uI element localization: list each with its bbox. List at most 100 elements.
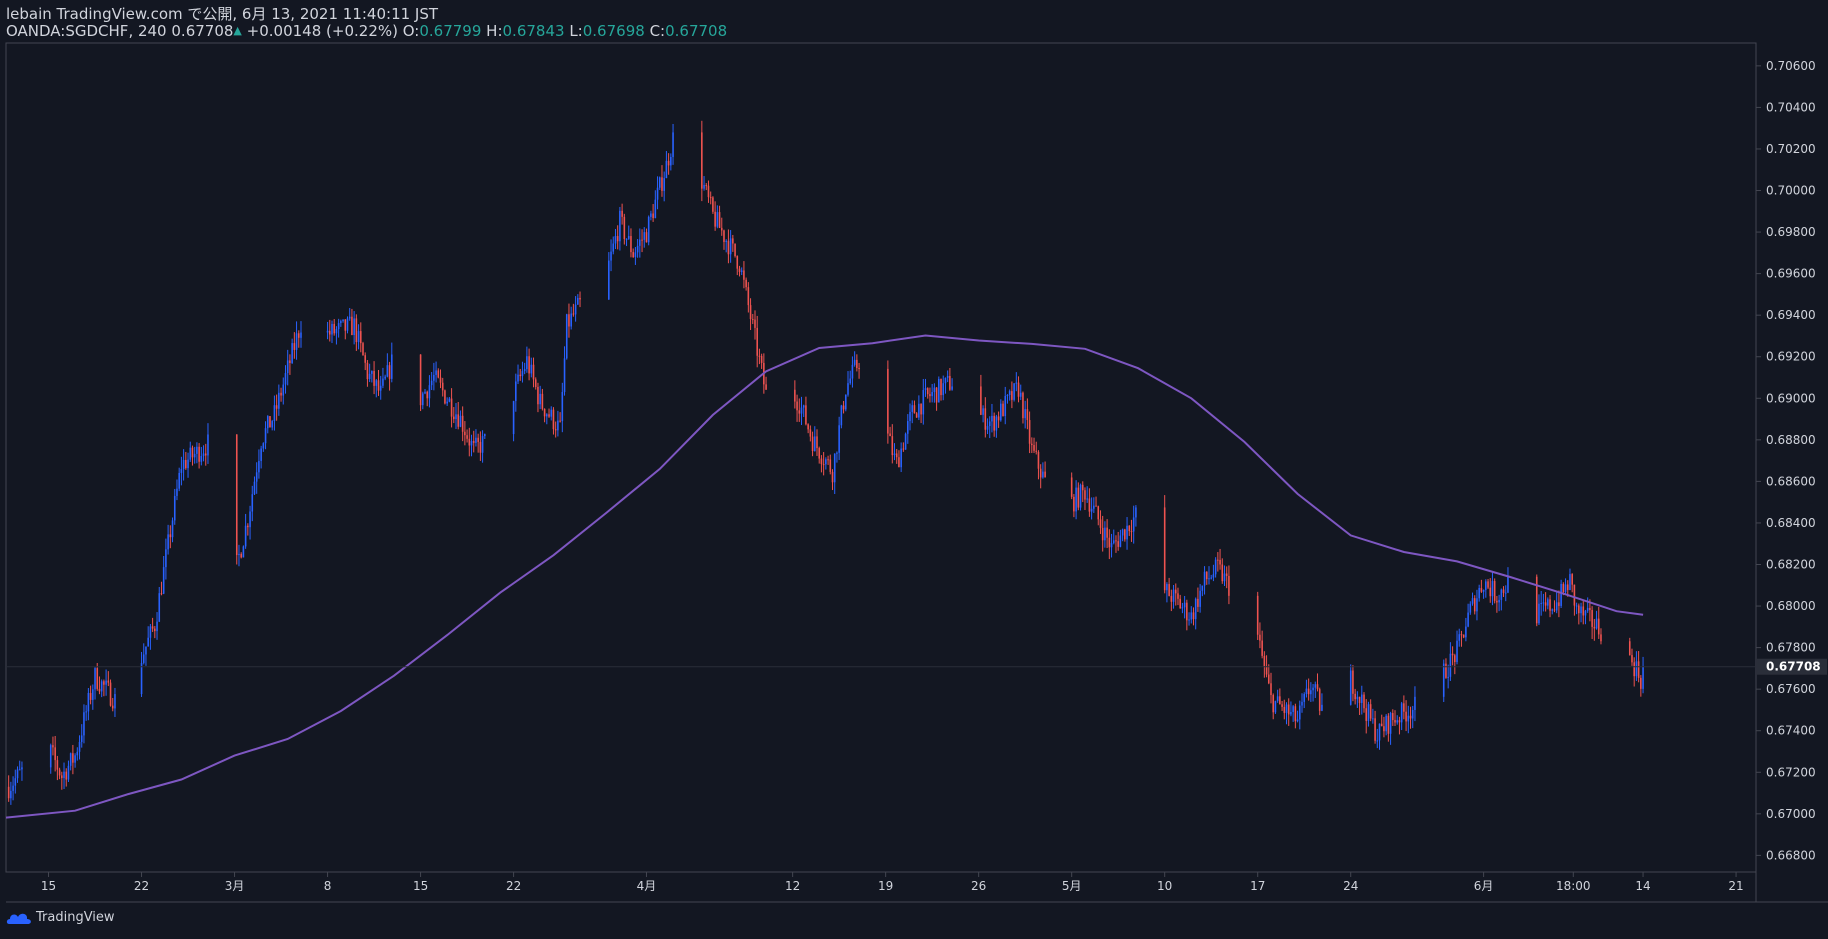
candle-body: [1303, 694, 1306, 702]
candle-body: [1110, 543, 1113, 548]
candle-body: [1217, 559, 1219, 561]
candle-body: [639, 239, 641, 246]
candle-body: [56, 760, 59, 770]
candle-body: [371, 371, 373, 374]
candle-body: [446, 401, 448, 404]
candle-body: [249, 511, 251, 528]
candle-body: [988, 421, 991, 427]
price-chart[interactable]: 0.70600 0.70400 0.70200 0.70000 0.69800 0.696…: [0, 0, 1828, 939]
candle-body: [519, 374, 522, 377]
candle-body: [1015, 382, 1018, 384]
time-axis[interactable]: 15 22 3月 8 15 22 4月 12 19 26 5月 10 17 24 6月 18:00 14 21: [41, 872, 1744, 893]
x-tick-label: 26: [971, 879, 986, 893]
candle-body: [193, 453, 196, 458]
candle-body: [705, 185, 708, 187]
candle-body: [1128, 525, 1131, 532]
candle-body: [173, 495, 176, 521]
candle-body: [1225, 573, 1228, 576]
candle-body: [255, 472, 258, 482]
candle-body: [176, 488, 178, 496]
candle-body: [942, 383, 945, 396]
candle-body: [335, 329, 338, 334]
candle-body: [105, 680, 107, 685]
candle-body: [718, 212, 721, 228]
candle-body: [736, 256, 739, 269]
candle-body: [167, 534, 169, 550]
y-tick-label: 0.68800: [1766, 433, 1816, 447]
candle-body: [986, 426, 989, 430]
candle-body: [610, 251, 612, 261]
candle-body: [1502, 589, 1505, 593]
candle-body: [1569, 574, 1571, 590]
candle-body: [1580, 606, 1582, 614]
candle-body: [734, 243, 736, 257]
candle-body: [825, 459, 827, 465]
candle-body: [740, 270, 743, 272]
candle-body: [1544, 602, 1547, 606]
candle-body: [1135, 507, 1137, 518]
candle-body: [1631, 655, 1633, 663]
candle-body: [1321, 704, 1323, 711]
candle-body: [1199, 590, 1201, 607]
x-tick-label: 22: [506, 879, 521, 893]
y-tick-label: 0.70000: [1766, 184, 1816, 198]
candle-body: [643, 232, 646, 240]
candle-body: [1566, 584, 1569, 590]
candle-body: [1640, 677, 1642, 689]
candle-body: [946, 375, 949, 378]
candle-body: [260, 448, 262, 461]
candle-body: [107, 680, 110, 683]
candle-body: [1031, 443, 1033, 446]
candle-body: [1093, 505, 1095, 509]
candle-body: [114, 694, 116, 709]
candle-body: [800, 407, 803, 414]
candle-body: [67, 765, 70, 780]
x-tick-label: 6月: [1474, 879, 1494, 893]
candle-body: [1553, 609, 1556, 611]
candle-body: [1482, 589, 1485, 592]
candle-body: [1633, 662, 1635, 677]
candle-body: [240, 553, 242, 558]
candle-body: [366, 362, 369, 380]
candle-body: [1296, 719, 1299, 722]
candle-body: [1298, 705, 1301, 720]
candle-body: [1449, 653, 1452, 677]
candle-body: [1042, 471, 1044, 478]
candle-body: [838, 425, 840, 453]
candle-body: [284, 373, 287, 385]
y-tick-label: 0.69800: [1766, 225, 1816, 239]
candle-body: [1385, 715, 1387, 732]
candle-body: [1551, 609, 1554, 611]
candle-body: [83, 712, 85, 736]
candle-body: [344, 319, 347, 331]
candle-body: [889, 433, 891, 437]
candle-body: [331, 323, 333, 335]
candle-body: [920, 403, 922, 415]
candle-body: [1374, 718, 1376, 741]
candle-body: [16, 769, 19, 779]
candle-body: [147, 637, 149, 647]
candle-body: [568, 314, 570, 327]
candle-body: [87, 692, 90, 712]
candle-body: [1469, 603, 1472, 613]
candle-body: [96, 668, 99, 689]
candle-body: [1378, 723, 1381, 741]
candle-body: [426, 391, 429, 399]
candle-body: [1578, 605, 1580, 614]
candle-body: [477, 437, 479, 442]
candle-body: [918, 403, 920, 418]
footer-brand[interactable]: TradingView: [6, 910, 115, 925]
candle-body: [1276, 696, 1279, 701]
candle-body: [1473, 598, 1476, 612]
plot-frame: [5, 42, 1757, 873]
candle-body: [904, 433, 907, 450]
y-tick-label: 0.67400: [1766, 724, 1816, 738]
candle-body: [269, 416, 271, 428]
candle-body: [1392, 713, 1394, 721]
candle-body: [76, 751, 79, 756]
candle-body: [333, 323, 336, 334]
candle-body: [1008, 391, 1011, 395]
y-tick-label: 0.69000: [1766, 391, 1816, 405]
y-tick-label: 0.69600: [1766, 267, 1816, 281]
candle-body: [1409, 715, 1412, 719]
